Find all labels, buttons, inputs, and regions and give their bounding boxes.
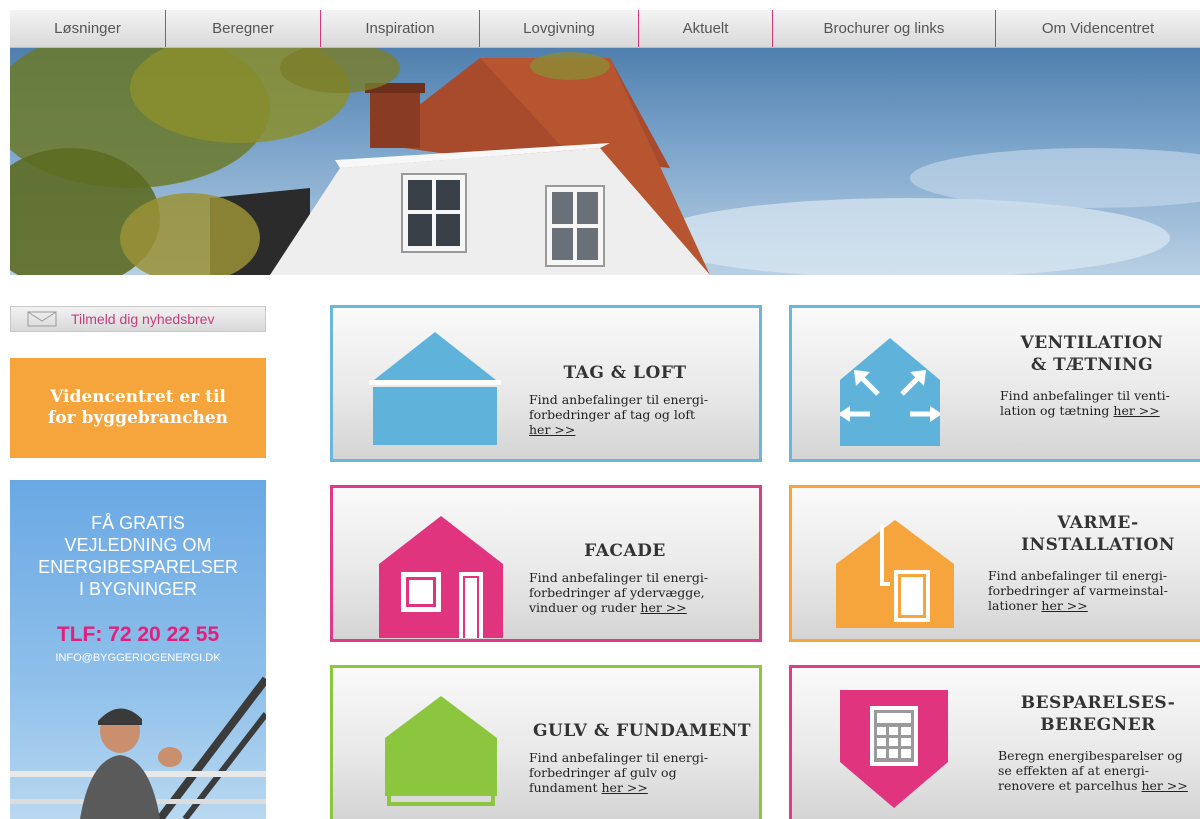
card-description: Find anbefalinger til energi- forbedring… <box>988 568 1168 613</box>
newsletter-label: Tilmeld dig nyhedsbrev <box>71 311 215 327</box>
nav-item-beregner[interactable]: Beregner <box>166 10 321 47</box>
card-link[interactable]: her >> <box>1113 403 1159 418</box>
promo-text: Videncentret er til for byggebranchen <box>48 387 228 429</box>
card-besparelsesberegner[interactable]: BESPARELSES- BEREGNER Beregn energibespa… <box>789 665 1200 819</box>
card-ventilation[interactable]: VENTILATION & TÆTNING Find anbefalinger … <box>789 305 1200 462</box>
envelope-icon <box>27 311 57 327</box>
nav-item-aktuelt[interactable]: Aktuelt <box>639 10 773 47</box>
card-description: Find anbefalinger til venti- lation og t… <box>1000 388 1170 418</box>
promo-banner[interactable]: Videncentret er til for byggebranchen <box>10 358 266 458</box>
desc-line-3: renovere et parcelhus <box>998 778 1138 793</box>
main-nav: Løsninger Beregner Inspiration Lovgivnin… <box>10 10 1200 48</box>
desc-line-1: Find anbefalinger til energi- <box>988 568 1168 583</box>
desc-line-2: se effekten af at energi- <box>998 763 1150 778</box>
card-link[interactable]: her >> <box>602 780 648 795</box>
title-line-2: INSTALLATION <box>1021 535 1175 555</box>
card-description: Find anbefalinger til energi- forbedring… <box>529 570 708 615</box>
floor-house-icon <box>385 696 497 806</box>
card-title: TAG & LOFT <box>563 363 687 383</box>
desc-line-2: forbedringer af tag og loft <box>529 407 696 422</box>
nav-item-inspiration[interactable]: Inspiration <box>321 10 480 47</box>
title-line-1: VARME- <box>1057 513 1139 533</box>
card-description: Find anbefalinger til energi- forbedring… <box>529 392 708 437</box>
title-line-2: & TÆTNING <box>1030 355 1154 375</box>
nav-item-losninger[interactable]: Løsninger <box>10 10 166 47</box>
title-line-1: BESPARELSES- <box>1020 693 1176 713</box>
ad-line-3: ENERGIBESPARELSER <box>38 557 238 577</box>
nav-item-brochurer[interactable]: Brochurer og links <box>773 10 996 47</box>
desc-line-1: Find anbefalinger til venti- <box>1000 388 1170 403</box>
ad-headline: FÅ GRATIS VEJLEDNING OM ENERGIBESPARELSE… <box>10 512 266 600</box>
promo-line-2: for byggebranchen <box>48 408 228 428</box>
desc-line-2: lation og tætning <box>1000 403 1110 418</box>
ad-phone: TLF: 72 20 22 55 <box>56 623 220 646</box>
card-title: VENTILATION & TÆTNING <box>992 332 1192 376</box>
nav-item-lovgivning[interactable]: Lovgivning <box>480 10 639 47</box>
house-photo <box>10 48 1200 275</box>
roof-house-icon <box>369 332 501 445</box>
card-link[interactable]: her >> <box>640 600 686 615</box>
ad-line-4: I BYGNINGER <box>78 579 198 599</box>
nav-item-om-videncentret[interactable]: Om Videncentret <box>996 10 1200 47</box>
desc-line-1: Find anbefalinger til energi- <box>529 750 709 765</box>
ad-line-2: VEJLEDNING OM <box>64 535 212 555</box>
heating-house-icon <box>836 520 954 628</box>
title-line-1: VENTILATION <box>1020 333 1164 353</box>
desc-line-3: vinduer og ruder <box>529 600 637 615</box>
promo-line-1: Videncentret er til <box>50 387 226 407</box>
card-title: BESPARELSES- BEREGNER <box>988 692 1200 736</box>
title-line-2: BEREGNER <box>1040 715 1156 735</box>
ventilation-house-icon <box>840 338 940 446</box>
card-title: FACADE <box>584 541 666 561</box>
desc-line-1: Beregn energibesparelser og <box>998 748 1183 763</box>
desc-line-2: forbedringer af ydervægge, <box>529 585 705 600</box>
desc-line-3: fundament <box>529 780 598 795</box>
card-title: GULV & FUNDAMENT <box>533 721 751 741</box>
desc-line-1: Find anbefalinger til energi- <box>529 570 709 585</box>
calculator-house-icon <box>840 690 948 808</box>
desc-line-2: forbedringer af gulv og <box>529 765 677 780</box>
card-varmeinstallation[interactable]: VARME- INSTALLATION Find anbefalinger ti… <box>789 485 1200 642</box>
worker-photo <box>10 676 266 819</box>
desc-line-2: forbedringer af varmeinstal- <box>988 583 1168 598</box>
card-facade[interactable]: FACADE Find anbefalinger til energi- for… <box>330 485 762 642</box>
card-gulv-fundament[interactable]: GULV & FUNDAMENT Find anbefalinger til e… <box>330 665 762 819</box>
card-link[interactable]: her >> <box>1141 778 1187 793</box>
ad-banner[interactable]: FÅ GRATIS VEJLEDNING OM ENERGIBESPARELSE… <box>10 480 266 819</box>
card-tag-loft[interactable]: TAG & LOFT Find anbefalinger til energi-… <box>330 305 762 462</box>
hero-image <box>10 48 1200 275</box>
card-description: Beregn energibesparelser og se effekten … <box>998 748 1188 793</box>
card-description: Find anbefalinger til energi- forbedring… <box>529 750 708 795</box>
desc-line-3: lationer <box>988 598 1038 613</box>
card-link[interactable]: her >> <box>1041 598 1087 613</box>
card-link[interactable]: her >> <box>529 422 575 437</box>
newsletter-signup-button[interactable]: Tilmeld dig nyhedsbrev <box>10 306 266 332</box>
card-title: VARME- INSTALLATION <box>988 512 1200 556</box>
ad-line-1: FÅ GRATIS <box>91 513 185 533</box>
desc-line-1: Find anbefalinger til energi- <box>529 392 709 407</box>
facade-house-icon <box>379 516 503 638</box>
